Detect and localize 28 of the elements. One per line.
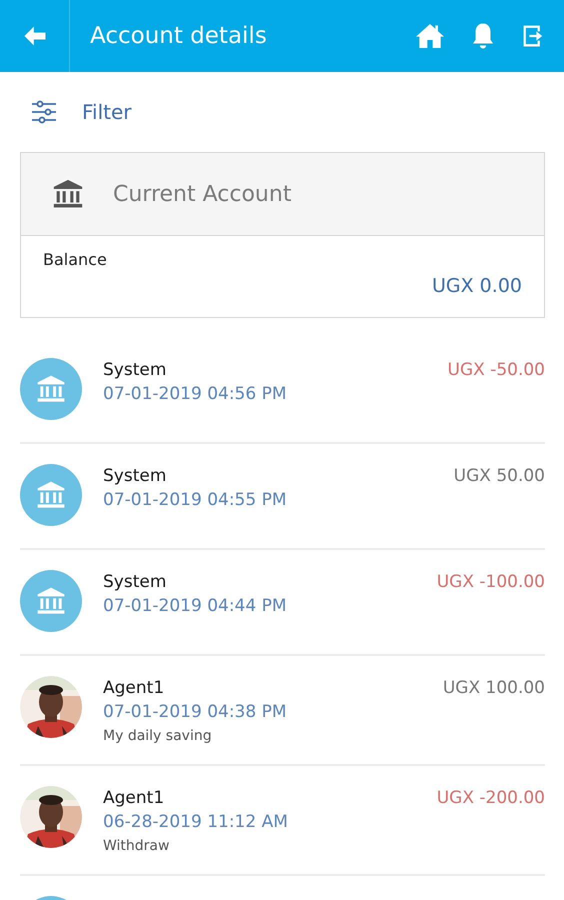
balance-label: Balance bbox=[43, 250, 107, 269]
transaction-row[interactable]: System 07-01-2019 04:44 PM UGX -100.00 bbox=[20, 550, 545, 656]
transaction-amount: UGX -50.00 bbox=[448, 359, 545, 380]
sliders-icon bbox=[30, 98, 58, 126]
transaction-date: 07-01-2019 04:55 PM bbox=[103, 490, 287, 510]
sender-name: System bbox=[103, 360, 166, 380]
screen-title: Account details bbox=[90, 23, 268, 49]
sender-name: System bbox=[103, 466, 166, 486]
transaction-amount: UGX -100.00 bbox=[436, 571, 545, 592]
balance-amount: UGX 0.00 bbox=[432, 275, 522, 297]
account-name: Current Account bbox=[113, 182, 292, 206]
transaction-row[interactable]: System 07-01-2019 04:55 PM UGX 50.00 bbox=[20, 444, 545, 550]
sender-name: Agent1 bbox=[103, 678, 164, 698]
transaction-note: Withdraw bbox=[103, 838, 170, 854]
transaction-date: 07-01-2019 04:44 PM bbox=[103, 596, 287, 616]
sender-name: System bbox=[103, 572, 166, 592]
sender-name: Agent1 bbox=[103, 788, 164, 808]
filter-button[interactable]: Filter bbox=[30, 98, 132, 126]
transaction-row[interactable]: Agent1 06-28-2019 11:12 AM Withdraw UGX -200.00 bbox=[20, 766, 545, 876]
transaction-date: 07-01-2019 04:56 PM bbox=[103, 384, 287, 404]
transaction-date: 06-28-2019 11:12 AM bbox=[103, 812, 288, 832]
transaction-amount: UGX 100.00 bbox=[442, 677, 545, 698]
transaction-row[interactable]: Agent1 07-01-2019 04:38 PM My daily saving UGX 100.00 bbox=[20, 656, 545, 766]
transaction-amount: UGX 50.00 bbox=[454, 465, 545, 486]
transaction-date: 07-01-2019 04:38 PM bbox=[103, 702, 287, 722]
transaction-amount: UGX -200.00 bbox=[436, 787, 545, 808]
transaction-row[interactable]: System 07-01-2019 04:56 PM UGX -50.00 bbox=[20, 338, 545, 444]
transaction-note: My daily saving bbox=[103, 728, 212, 744]
